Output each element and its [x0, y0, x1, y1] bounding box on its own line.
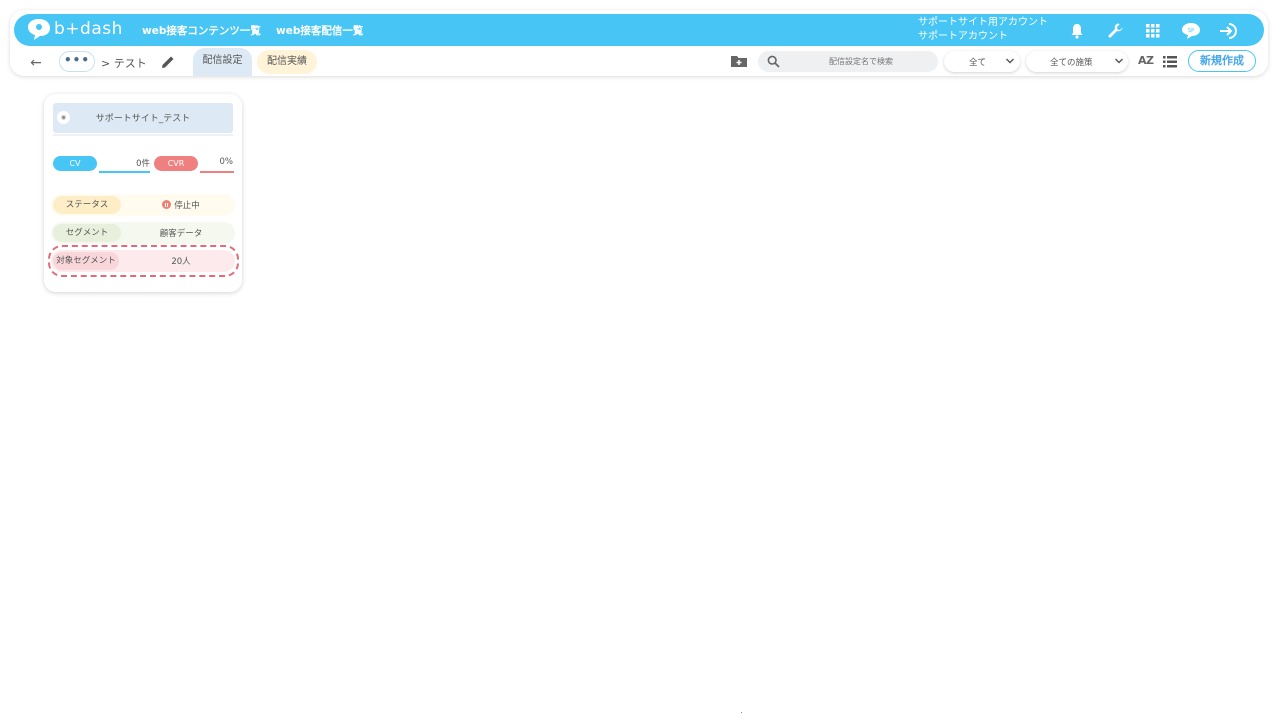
- cv-value: 0件: [136, 159, 150, 169]
- nav-web-delivery-list[interactable]: web接客配信一覧: [276, 23, 363, 38]
- highlight-dashed-outline: [48, 245, 239, 277]
- status-value: 停止中: [174, 201, 200, 211]
- status-label: ステータス: [53, 196, 121, 214]
- more-breadcrumb-button[interactable]: •••: [59, 51, 95, 72]
- account-info[interactable]: サポートサイト用アカウント サポートアカウント: [918, 16, 1048, 44]
- segment-label: セグメント: [53, 224, 121, 242]
- segment-value: 顧客データ: [159, 229, 203, 239]
- status-value-wrap: 停止中: [127, 199, 235, 211]
- sort-az-icon[interactable]: AZ: [1138, 54, 1154, 67]
- chevron-down-icon: [1006, 58, 1014, 64]
- cvr-underline: [200, 171, 234, 173]
- chevron-down-icon: [1115, 58, 1123, 64]
- filter-status-value: 全て: [969, 58, 987, 68]
- cvr-value: 0%: [219, 157, 234, 167]
- account-name: サポートサイト用アカウント: [918, 17, 1048, 28]
- segment-row: セグメント 顧客データ: [51, 222, 235, 244]
- new-create-button[interactable]: 新規作成: [1188, 50, 1256, 72]
- card-title: サポートサイト_テスト: [95, 114, 191, 124]
- pause-icon: [162, 200, 172, 209]
- breadcrumb: > テスト: [101, 57, 147, 70]
- back-arrow-icon[interactable]: ←: [26, 54, 46, 72]
- cv-label: CV: [53, 156, 97, 171]
- svg-text:SP: SP: [1188, 28, 1194, 34]
- tab-delivery-results[interactable]: 配信実績: [257, 50, 317, 74]
- logo-text: b+dash: [54, 19, 123, 39]
- divider: [53, 134, 233, 136]
- wrench-icon[interactable]: [1104, 20, 1126, 42]
- delivery-setting-card[interactable]: ◉ サポートサイト_テスト CV 0件 CVR 0% ステータス 停止中 セグメ…: [44, 94, 242, 292]
- filter-status-select[interactable]: 全て: [944, 51, 1020, 72]
- logo[interactable]: b+dash: [26, 17, 123, 41]
- apps-grid-icon[interactable]: [1142, 20, 1164, 42]
- search-icon: [767, 55, 780, 68]
- tab-delivery-settings[interactable]: 配信設定: [193, 48, 252, 76]
- logo-bubble-icon: [28, 19, 50, 40]
- header-card: b+dash web接客コンテンツ一覧 web接客配信一覧 サポートサイト用アカ…: [10, 10, 1268, 76]
- card-title-bar: ◉ サポートサイト_テスト: [53, 103, 233, 133]
- search-input[interactable]: [788, 51, 934, 72]
- support-chat-icon[interactable]: SP: [1180, 20, 1202, 42]
- account-sub: サポートアカウント: [918, 31, 1008, 42]
- pencil-icon[interactable]: [160, 54, 176, 70]
- filter-measures-select[interactable]: 全ての施策: [1026, 51, 1128, 72]
- cv-underline: [99, 171, 150, 173]
- list-view-icon[interactable]: [1163, 56, 1177, 68]
- cvr-label: CVR: [154, 156, 198, 171]
- nav-web-contents-list[interactable]: web接客コンテンツ一覧: [142, 23, 261, 38]
- status-row: ステータス 停止中: [51, 194, 235, 216]
- logout-icon[interactable]: [1218, 20, 1240, 42]
- top-nav-bar: b+dash web接客コンテンツ一覧 web接客配信一覧 サポートサイト用アカ…: [14, 14, 1264, 46]
- filter-measures-value: 全ての施策: [1050, 58, 1093, 68]
- stray-dot: [741, 712, 742, 713]
- new-folder-icon[interactable]: [730, 53, 748, 69]
- bell-icon[interactable]: [1066, 20, 1088, 42]
- search-box[interactable]: [758, 51, 938, 72]
